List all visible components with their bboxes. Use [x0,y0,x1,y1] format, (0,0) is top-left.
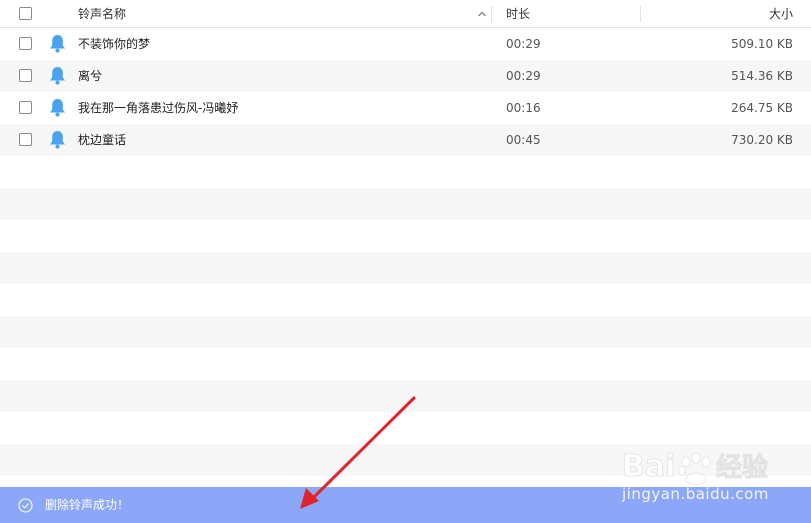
bell-icon [50,99,65,117]
status-message: 删除铃声成功！ [45,498,130,512]
empty-row-stripe [0,316,811,348]
ringtone-name: 我在那一角落患过伤风-冯曦妤 [78,101,239,115]
row-checkbox[interactable] [19,37,32,50]
ringtone-size: 514.36 KB [731,69,793,83]
row-checkbox[interactable] [19,101,32,114]
column-header-name[interactable]: 铃声名称 [78,0,126,28]
ringtone-duration: 00:45 [506,133,541,147]
column-separator[interactable] [491,6,492,22]
row-checkbox[interactable] [19,133,32,146]
ringtone-manager: 铃声名称 时长 大小 不装饰你的梦 00:29 509.10 KB 离兮 00:… [0,0,811,523]
ringtone-list: 不装饰你的梦 00:29 509.10 KB 离兮 00:29 514.36 K… [0,28,811,487]
ringtone-duration: 00:29 [506,37,541,51]
ringtone-name: 离兮 [78,69,103,83]
ringtone-name: 不装饰你的梦 [78,37,151,51]
select-all-checkbox[interactable] [19,7,32,20]
table-row[interactable]: 枕边童话 00:45 730.20 KB [0,124,811,156]
empty-row-stripe [0,380,811,412]
table-row[interactable]: 不装饰你的梦 00:29 509.10 KB [0,28,811,60]
bell-icon [50,35,65,53]
table-row[interactable]: 离兮 00:29 514.36 KB [0,60,811,92]
watermark-domain: jingyan.baidu.com [622,485,769,503]
column-header-duration[interactable]: 时长 [506,0,530,28]
bell-icon [50,131,65,149]
chevron-up-icon[interactable] [476,8,488,20]
ringtone-size: 509.10 KB [731,37,793,51]
bell-icon [50,67,65,85]
watermark-brand-b: 经验 [716,452,768,483]
ringtone-size: 264.75 KB [731,101,793,115]
watermark-brand-a: Bai [622,449,675,484]
paw-icon [678,452,711,485]
ringtone-name: 枕边童话 [78,133,127,147]
row-checkbox[interactable] [19,69,32,82]
column-header-size[interactable]: 大小 [769,0,793,28]
ringtone-size: 730.20 KB [731,133,793,147]
check-circle-icon [18,498,33,513]
ringtone-duration: 00:16 [506,101,541,115]
ringtone-duration: 00:29 [506,69,541,83]
column-separator[interactable] [640,6,641,22]
table-row[interactable]: 我在那一角落患过伤风-冯曦妤 00:16 264.75 KB [0,92,811,124]
empty-row-stripe [0,252,811,284]
empty-row-stripe [0,188,811,220]
table-header: 铃声名称 时长 大小 [0,0,811,28]
